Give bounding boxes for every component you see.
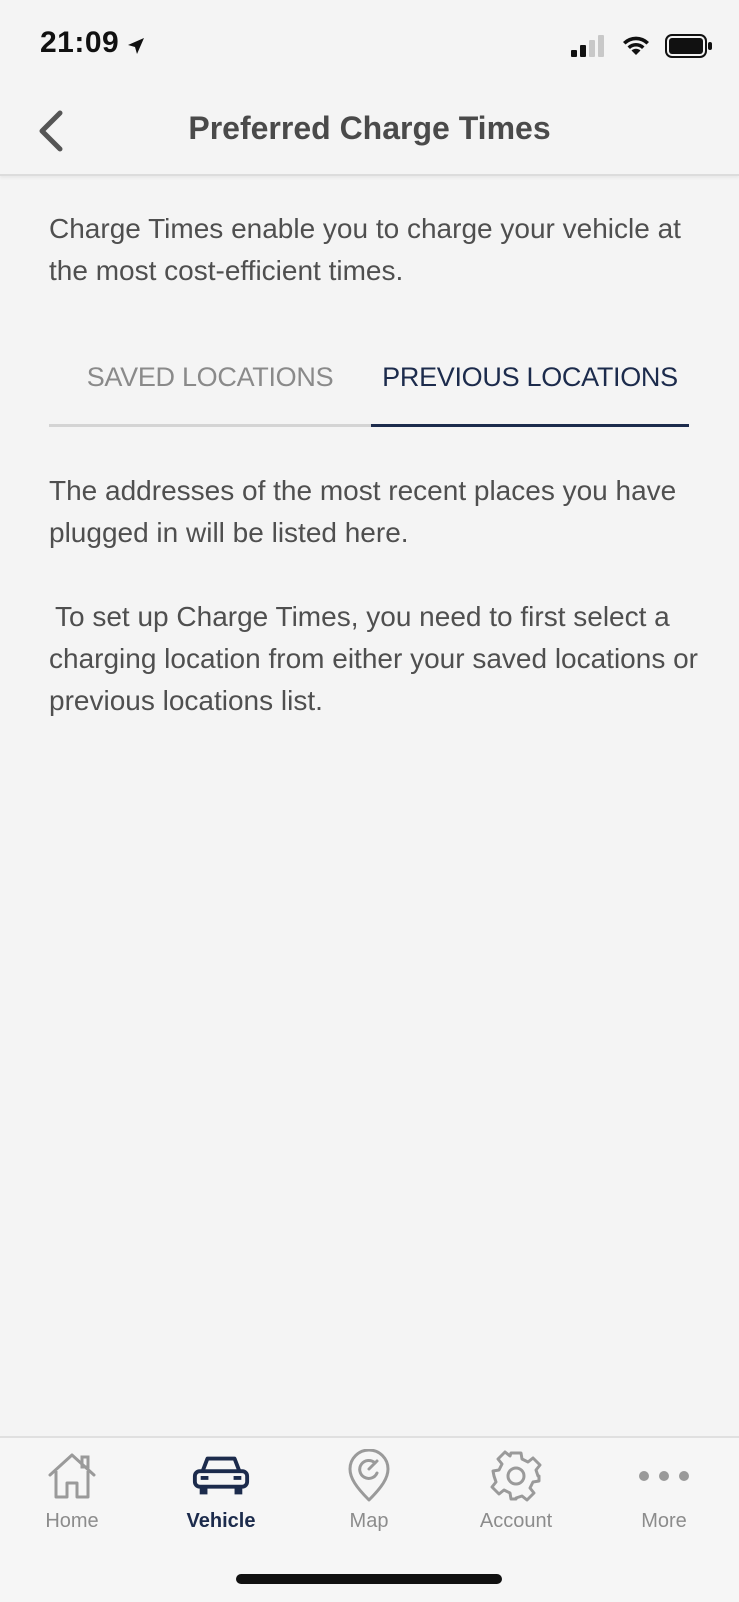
tab-label: Account — [479, 1510, 553, 1532]
tab-label: Vehicle — [186, 1510, 256, 1532]
home-indicator — [236, 1574, 502, 1584]
status-bar: 21:09 — [0, 0, 739, 90]
more-dots-icon — [639, 1471, 689, 1481]
page-title: Preferred Charge Times — [188, 110, 551, 146]
tab-label: PREVIOUS LOCATIONS — [382, 362, 678, 392]
status-time: 21:09 — [40, 26, 120, 59]
signal-icon — [571, 35, 604, 57]
navigation-bar: Preferred Charge Times — [0, 90, 739, 176]
instruction-text: To set up Charge Times, you need to firs… — [49, 601, 699, 716]
location-arrow-icon — [128, 38, 144, 54]
tab-map[interactable]: Map — [309, 1448, 429, 1548]
tab-label: Home — [45, 1510, 99, 1532]
tab-previous-locations[interactable]: PREVIOUS LOCATIONS — [371, 350, 689, 427]
vehicle-icon — [192, 1456, 250, 1495]
wifi-icon — [623, 36, 649, 55]
gear-icon — [490, 1450, 542, 1502]
map-pin-icon — [348, 1449, 390, 1502]
content-area: The addresses of the most recent places … — [49, 470, 699, 722]
tab-label: Map — [349, 1510, 389, 1532]
battery-icon — [665, 34, 712, 58]
empty-state-text: The addresses of the most recent places … — [49, 475, 677, 548]
tab-vehicle[interactable]: Vehicle — [161, 1448, 281, 1548]
status-indicators — [571, 34, 713, 58]
tab-saved-locations[interactable]: SAVED LOCATIONS — [49, 350, 371, 427]
location-tabs: SAVED LOCATIONS PREVIOUS LOCATIONS — [49, 350, 689, 427]
home-icon — [48, 1453, 96, 1499]
tab-label: More — [641, 1510, 687, 1532]
tab-label: SAVED LOCATIONS — [86, 362, 334, 392]
tab-home[interactable]: Home — [12, 1448, 132, 1548]
tab-more[interactable]: More — [604, 1448, 724, 1548]
intro-text: Charge Times enable you to charge your v… — [49, 213, 681, 286]
tab-account[interactable]: Account — [456, 1448, 576, 1548]
